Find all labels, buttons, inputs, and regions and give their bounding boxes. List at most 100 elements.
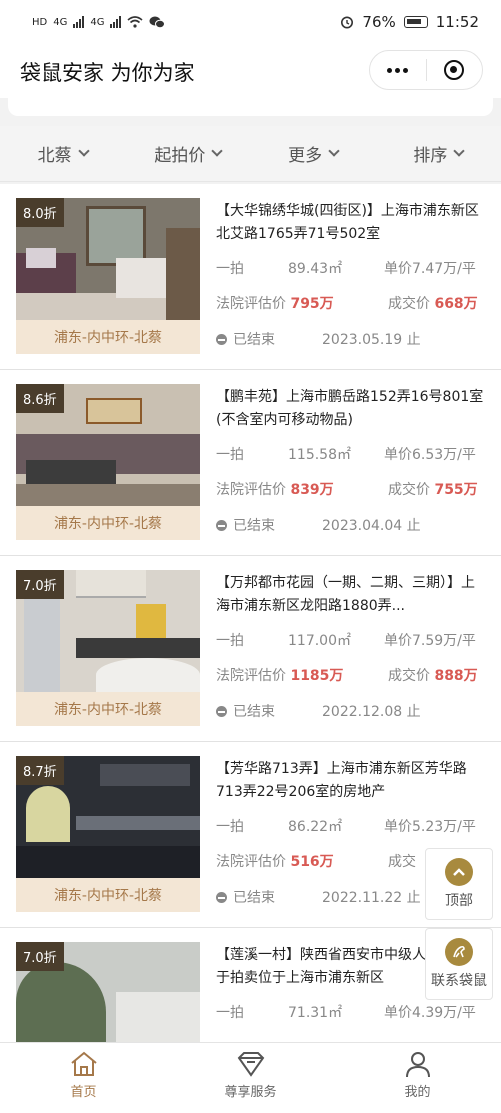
chevron-down-icon xyxy=(328,145,340,157)
tab-profile-label: 我的 xyxy=(404,1085,431,1100)
discount-badge: 7.0折 xyxy=(16,942,64,971)
unit-price: 单价5.23万/平 xyxy=(384,819,476,835)
listing-meta-row: 一拍 86.22㎡ 单价5.23万/平 xyxy=(216,816,486,836)
filter-label: 北蔡 xyxy=(37,146,72,166)
end-date: 2022.11.22 止 xyxy=(322,890,421,906)
auction-round: 一拍 xyxy=(216,633,244,649)
listing-status-row: 已结束 2023.04.04 止 xyxy=(216,515,486,535)
photo-floor xyxy=(16,846,200,878)
appraisal-label: 法院评估价 xyxy=(216,482,286,498)
unit-price: 单价7.47万/平 xyxy=(384,261,476,277)
tab-home[interactable]: 首页 xyxy=(0,1043,167,1113)
diamond-icon xyxy=(237,1052,264,1077)
hd-indicator: HD xyxy=(32,16,48,28)
contact-button[interactable]: 联系袋鼠 xyxy=(425,928,493,1000)
auction-round: 一拍 xyxy=(216,261,244,277)
deal-label: 成交价 xyxy=(388,296,430,312)
end-date: 2023.05.19 止 xyxy=(322,332,421,348)
appraisal-label: 法院评估价 xyxy=(216,668,286,684)
chevron-down-icon xyxy=(77,145,90,157)
unit-price: 单价6.53万/平 xyxy=(384,447,476,463)
app-header: 袋鼠安家 为你为家 xyxy=(0,44,501,98)
appraisal-price: 516万 xyxy=(290,854,334,870)
listing-price-row: 法院评估价 1185万 成交价 888万 xyxy=(216,665,486,685)
photo-hood xyxy=(100,764,190,786)
filter-bar: 北蔡 起拍价 更多 排序 xyxy=(0,126,501,182)
chevron-up-icon xyxy=(445,858,473,886)
more-dots-icon xyxy=(387,67,409,73)
photo-sink xyxy=(96,658,200,692)
appraisal-price: 839万 xyxy=(290,482,334,498)
end-date: 2022.12.08 止 xyxy=(322,704,421,720)
listing-status-row: 已结束 2022.12.08 止 xyxy=(216,701,486,721)
filter-label: 更多 xyxy=(288,146,323,166)
listing-title: 【万邦都市花园（一期、二期、三期）】上海市浦东新区龙阳路1880弄... xyxy=(216,575,475,614)
location-tag: 浦东-内中环-北蔡 xyxy=(16,320,200,354)
photo-counter xyxy=(76,638,200,658)
alarm-icon xyxy=(341,16,354,29)
back-to-top-button[interactable]: 顶部 xyxy=(425,848,493,920)
bottom-tab-bar: 首页 尊享服务 我的 xyxy=(0,1042,501,1113)
deal-label: 成交 xyxy=(388,854,416,870)
filter-sort[interactable]: 排序 xyxy=(376,141,501,166)
network-type-2: 4G xyxy=(90,16,105,28)
photo-cabinets xyxy=(76,570,146,598)
target-icon xyxy=(444,60,465,80)
deal-price: 888万 xyxy=(434,668,478,684)
listing-photo: 8.7折 xyxy=(16,756,200,878)
deal-label: 成交价 xyxy=(388,482,430,498)
auction-status: 已结束 xyxy=(233,332,275,348)
app-title: 袋鼠安家 为你为家 xyxy=(20,61,195,85)
back-to-top-label: 顶部 xyxy=(445,893,473,909)
area: 71.31㎡ xyxy=(288,1005,343,1021)
clock: 11:52 xyxy=(435,13,479,31)
appraisal-label: 法院评估价 xyxy=(216,296,286,312)
listing-title: 【鹏丰苑】上海市鹏岳路152弄16号801室(不含室内可移动物品) xyxy=(216,389,484,428)
wechat-icon xyxy=(149,16,166,28)
header-card-bottom xyxy=(8,98,493,116)
listing-meta-row: 一拍 71.31㎡ 单价4.39万/平 xyxy=(216,1002,486,1022)
tab-premium-service[interactable]: 尊享服务 xyxy=(167,1043,334,1113)
battery-percent: 76% xyxy=(362,13,396,31)
location-tag: 浦东-内中环-北蔡 xyxy=(16,506,200,540)
deal-label: 成交价 xyxy=(388,668,430,684)
network-type-1: 4G xyxy=(53,16,68,28)
location-tag: 浦东-内中环-北蔡 xyxy=(16,878,200,912)
wifi-icon xyxy=(127,16,144,28)
photo-window xyxy=(26,786,70,842)
filter-label: 起拍价 xyxy=(154,146,206,166)
listing-card[interactable]: 8.0折 浦东-内中环-北蔡 【大华锦绣华城(四街区)】上海市浦东新区北艾路17… xyxy=(0,184,501,370)
filter-area[interactable]: 北蔡 xyxy=(0,141,125,166)
ended-icon xyxy=(216,520,227,531)
listing-status-row: 已结束 2023.05.19 止 xyxy=(216,329,486,349)
discount-badge: 8.7折 xyxy=(16,756,64,785)
photo-counter xyxy=(76,816,200,830)
appraisal-label: 法院评估价 xyxy=(216,854,286,870)
listing-card[interactable]: 7.0折 浦东-内中环-北蔡 【万邦都市花园（一期、二期、三期）】上海市浦东新区… xyxy=(0,556,501,742)
listing-photo: 8.6折 xyxy=(16,384,200,506)
discount-badge: 8.6折 xyxy=(16,384,64,413)
contact-label: 联系袋鼠 xyxy=(431,973,487,989)
listing-price-row: 法院评估价 795万 成交价 668万 xyxy=(216,293,486,313)
deal-price: 668万 xyxy=(434,296,478,312)
battery-icon xyxy=(403,16,428,28)
more-button[interactable] xyxy=(370,51,426,89)
close-miniprogram-button[interactable] xyxy=(427,51,483,89)
unit-price: 单价4.39万/平 xyxy=(384,1005,476,1021)
tab-profile[interactable]: 我的 xyxy=(334,1043,501,1113)
listing-card[interactable]: 8.6折 浦东-内中环-北蔡 【鹏丰苑】上海市鹏岳路152弄16号801室(不含… xyxy=(0,370,501,556)
auction-round: 一拍 xyxy=(216,1005,244,1021)
ended-icon xyxy=(216,892,227,903)
kangaroo-logo-icon xyxy=(445,938,473,966)
signal-icon-2 xyxy=(110,16,122,28)
filter-more[interactable]: 更多 xyxy=(251,141,376,166)
auction-status: 已结束 xyxy=(233,704,275,720)
filter-price[interactable]: 起拍价 xyxy=(125,141,250,166)
tab-premium-label: 尊享服务 xyxy=(224,1085,277,1100)
signal-icon xyxy=(73,16,85,28)
listing-title: 【芳华路713弄】上海市浦东新区芳华路713弄22号206室的房地产 xyxy=(216,761,467,800)
user-icon xyxy=(405,1052,430,1078)
status-bar-left: HD 4G 4G xyxy=(32,16,166,29)
filter-label: 排序 xyxy=(413,146,448,166)
auction-round: 一拍 xyxy=(216,447,244,463)
